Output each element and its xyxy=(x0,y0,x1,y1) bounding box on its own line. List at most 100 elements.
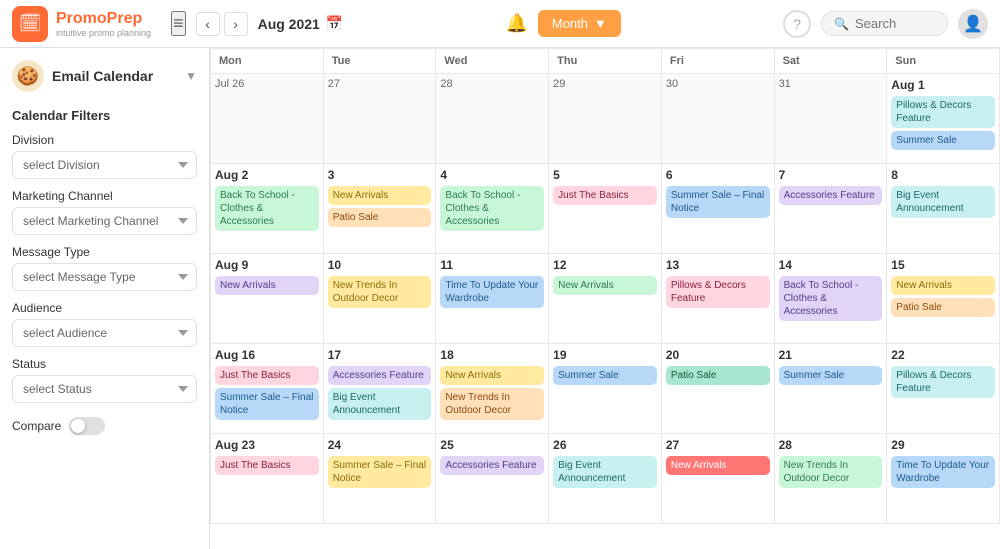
day-cell[interactable]: 12New Arrivals xyxy=(549,254,662,344)
event-pill[interactable]: New Trends In Outdoor Decor xyxy=(779,456,883,488)
day-number: Aug 2 xyxy=(215,168,319,182)
event-pill[interactable]: Summer Sale – Final Notice xyxy=(666,186,770,218)
user-avatar[interactable]: 👤 xyxy=(958,9,988,39)
day-number: 19 xyxy=(553,348,657,362)
day-cell[interactable]: Aug 2 Back To School - Clothes & Accessor… xyxy=(211,164,324,254)
event-pill[interactable]: Back To School - Clothes & Accessories xyxy=(779,276,883,321)
event-pill[interactable]: Summer Sale – Final Notice xyxy=(215,388,319,420)
day-cell[interactable]: 31 xyxy=(775,74,888,164)
day-cell[interactable]: 10New Trends In Outdoor Decor xyxy=(324,254,437,344)
event-pill[interactable]: Pillows & Decors Feature xyxy=(891,96,995,128)
compare-toggle[interactable] xyxy=(69,417,105,435)
day-header-tue: Tue xyxy=(324,49,437,74)
event-pill[interactable]: Summer Sale – Final Notice xyxy=(328,456,432,488)
day-cell[interactable]: 4Back To School - Clothes & Accessories xyxy=(436,164,549,254)
day-cell[interactable]: 6Summer Sale – Final Notice xyxy=(662,164,775,254)
toggle-knob xyxy=(71,419,85,433)
event-pill[interactable]: New Arrivals xyxy=(215,276,319,295)
day-cell[interactable]: 25Accessories Feature xyxy=(436,434,549,524)
day-cell[interactable]: 17 Accessories Feature Big Event Announcem… xyxy=(324,344,437,434)
day-cell[interactable]: 27New Arrivals xyxy=(662,434,775,524)
month-view-button[interactable]: Month ▼ xyxy=(538,10,621,37)
event-pill[interactable]: Time To Update Your Wardrobe xyxy=(891,456,995,488)
day-cell[interactable]: 3New ArrivalsPatio Sale xyxy=(324,164,437,254)
event-pill[interactable]: New Trends In Outdoor Decor xyxy=(440,388,544,420)
day-number: Aug 9 xyxy=(215,258,319,272)
next-month-button[interactable]: › xyxy=(224,12,248,36)
day-cell[interactable]: 30 xyxy=(662,74,775,164)
day-cell[interactable]: 29 xyxy=(549,74,662,164)
status-select[interactable]: select Status xyxy=(12,375,197,403)
audience-select[interactable]: select Audience xyxy=(12,319,197,347)
logo-text: PromoPrep intuitive promo planning xyxy=(56,10,151,38)
event-pill[interactable]: Patio Sale xyxy=(666,366,770,385)
day-cell[interactable]: Aug 9 New Arrivals xyxy=(211,254,324,344)
day-cell[interactable]: 21Summer Sale xyxy=(775,344,888,434)
day-cell[interactable]: Jul 26 xyxy=(211,74,324,164)
event-pill[interactable]: Just The Basics xyxy=(553,186,657,205)
day-number: 8 xyxy=(891,168,995,182)
event-pill[interactable]: Summer Sale xyxy=(779,366,883,385)
event-pill[interactable]: New Arrivals xyxy=(891,276,995,295)
day-cell[interactable]: 5Just The Basics xyxy=(549,164,662,254)
day-cell[interactable]: 28New Trends In Outdoor Decor xyxy=(775,434,888,524)
event-pill[interactable]: New Arrivals xyxy=(440,366,544,385)
day-cell[interactable]: 11Time To Update Your Wardrobe xyxy=(436,254,549,344)
event-pill[interactable]: Accessories Feature xyxy=(328,366,432,385)
day-number: 31 xyxy=(779,78,883,90)
logo-title: PromoPrep xyxy=(56,10,151,28)
event-pill[interactable]: Summer Sale xyxy=(553,366,657,385)
day-cell[interactable]: 27 xyxy=(324,74,437,164)
day-cell[interactable]: 20Patio Sale xyxy=(662,344,775,434)
day-cell[interactable]: 13Pillows & Decors Feature xyxy=(662,254,775,344)
prev-month-button[interactable]: ‹ xyxy=(196,12,220,36)
marketing-label: Marketing Channel xyxy=(12,189,197,203)
sidebar-title: Email Calendar xyxy=(52,68,153,84)
day-number: 17 xyxy=(328,348,432,362)
event-pill[interactable]: Patio Sale xyxy=(891,298,995,317)
day-cell[interactable]: Aug 23Just The Basics xyxy=(211,434,324,524)
day-cell[interactable]: 8 Big Event Announcement xyxy=(887,164,1000,254)
event-pill[interactable]: Big Event Announcement xyxy=(891,186,995,218)
day-cell[interactable]: 14Back To School - Clothes & Accessories xyxy=(775,254,888,344)
search-input[interactable] xyxy=(855,16,935,31)
event-pill[interactable]: Patio Sale xyxy=(328,208,432,227)
day-cell[interactable]: Aug 16Just The BasicsSummer Sale – Final… xyxy=(211,344,324,434)
day-cell[interactable]: 29Time To Update Your Wardrobe xyxy=(887,434,1000,524)
hamburger-button[interactable]: ≡ xyxy=(171,11,186,36)
event-pill[interactable]: New Arrivals xyxy=(666,456,770,475)
event-pill[interactable]: Pillows & Decors Feature xyxy=(666,276,770,308)
event-pill[interactable]: New Trends In Outdoor Decor xyxy=(328,276,432,308)
day-cell[interactable]: 18New ArrivalsNew Trends In Outdoor Deco… xyxy=(436,344,549,434)
notification-bell[interactable]: 🔔 xyxy=(505,13,527,34)
day-cell[interactable]: 19 Summer Sale xyxy=(549,344,662,434)
day-cell[interactable]: 24Summer Sale – Final Notice xyxy=(324,434,437,524)
day-cell[interactable]: Aug 1Pillows & Decors FeatureSummer Sale xyxy=(887,74,1000,164)
day-cell[interactable]: 26Big Event Announcement xyxy=(549,434,662,524)
event-pill[interactable]: New Arrivals xyxy=(328,186,432,205)
event-pill[interactable]: Back To School - Clothes & Accessories xyxy=(215,186,319,231)
event-pill[interactable]: Big Event Announcement xyxy=(328,388,432,420)
day-cell[interactable]: 7Accessories Feature xyxy=(775,164,888,254)
sidebar: 🍪 Email Calendar ▼ Calendar Filters Divi… xyxy=(0,48,210,549)
event-pill[interactable]: Just The Basics xyxy=(215,456,319,475)
event-pill[interactable]: Accessories Feature xyxy=(779,186,883,205)
day-cell[interactable]: 15New ArrivalsPatio Sale xyxy=(887,254,1000,344)
day-cell[interactable]: 28 xyxy=(436,74,549,164)
event-pill[interactable]: Time To Update Your Wardrobe xyxy=(440,276,544,308)
event-pill[interactable]: Accessories Feature xyxy=(440,456,544,475)
day-cell[interactable]: 22Pillows & Decors Feature xyxy=(887,344,1000,434)
event-pill[interactable]: Pillows & Decors Feature xyxy=(891,366,995,398)
event-pill[interactable]: Summer Sale xyxy=(891,131,995,150)
calendar-icon: 📅 xyxy=(326,15,343,32)
event-pill[interactable]: Big Event Announcement xyxy=(553,456,657,488)
search-box[interactable]: 🔍 xyxy=(821,11,948,36)
sidebar-chevron-icon[interactable]: ▼ xyxy=(185,69,197,83)
help-button[interactable]: ? xyxy=(783,10,811,38)
event-pill[interactable]: Just The Basics xyxy=(215,366,319,385)
marketing-channel-select[interactable]: select Marketing Channel xyxy=(12,207,197,235)
division-select[interactable]: select Division xyxy=(12,151,197,179)
event-pill[interactable]: New Arrivals xyxy=(553,276,657,295)
message-type-select[interactable]: select Message Type xyxy=(12,263,197,291)
event-pill[interactable]: Back To School - Clothes & Accessories xyxy=(440,186,544,231)
